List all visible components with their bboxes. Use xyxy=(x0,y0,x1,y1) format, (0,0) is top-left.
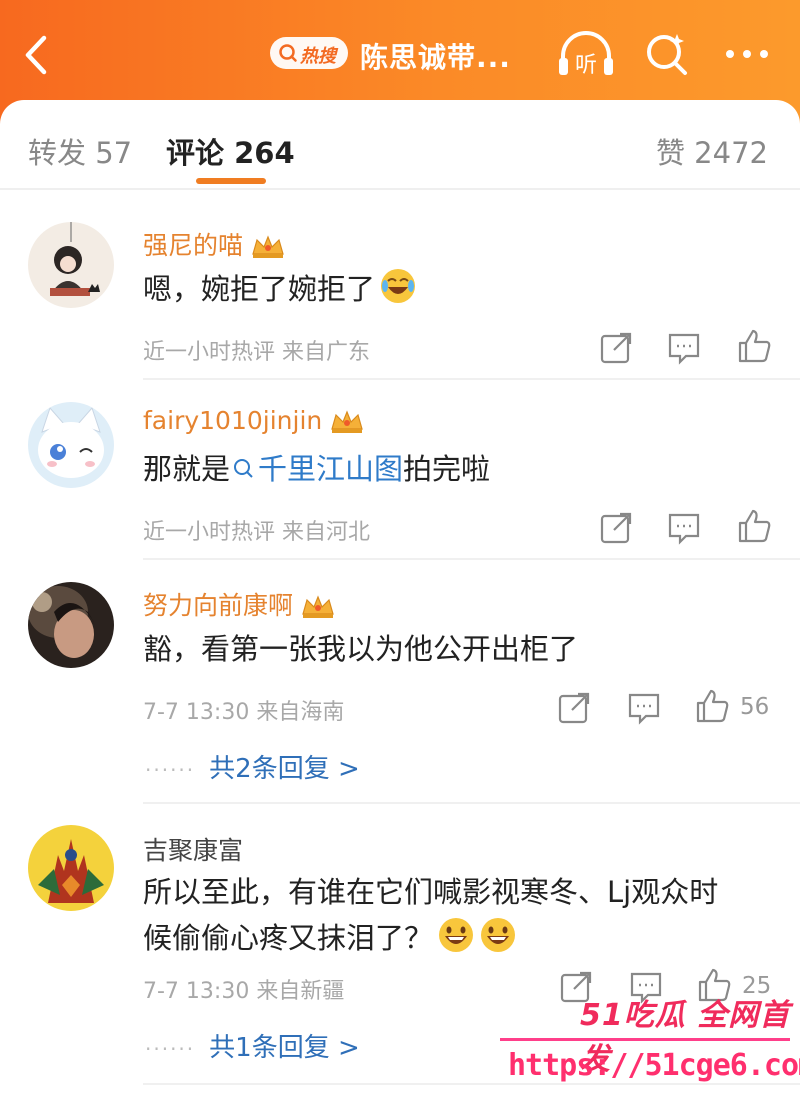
laugh-cry-emoji-icon xyxy=(381,269,416,303)
like-thumb-icon[interactable] xyxy=(736,508,772,544)
share-icon[interactable] xyxy=(598,330,634,366)
view-replies-link[interactable]: ······ 共1条回复 > xyxy=(145,1027,360,1064)
hot-search-icon xyxy=(279,44,297,62)
vip-crown-icon xyxy=(302,595,334,618)
comment-icon[interactable] xyxy=(626,690,662,726)
comment-text-line1: 所以至此，有谁在它们喊影视寒冬、Lj观众时 xyxy=(143,875,719,909)
comment-text-before: 那就是 xyxy=(143,452,231,486)
avatar[interactable] xyxy=(28,222,114,308)
hot-search-label: 热搜 xyxy=(300,46,336,67)
comment-text-content: 嗯，婉拒了婉拒了 xyxy=(143,272,376,306)
tab-likes[interactable]: 赞 2472 xyxy=(656,130,768,172)
comment-icon[interactable] xyxy=(666,330,702,366)
avatar[interactable] xyxy=(28,825,114,911)
comment-meta: 7-7 13:30 来自新疆 xyxy=(143,979,345,1004)
comment-text: 那就是 千里江山图拍完啦 xyxy=(143,446,783,492)
comment-username[interactable]: 吉聚康富 xyxy=(143,831,243,867)
avatar[interactable] xyxy=(28,402,114,488)
comment-meta: 近一小时热评 来自河北 xyxy=(143,520,370,545)
comment-divider xyxy=(143,1083,800,1085)
comment-divider xyxy=(143,378,800,380)
page-title: 陈思诚带... xyxy=(360,41,511,74)
username-text: fairy1010jinjin xyxy=(143,406,323,435)
topic-link[interactable]: 千里江山图 xyxy=(230,452,403,486)
watermark-url: https://51cge6.com xyxy=(508,1048,800,1083)
comment-username[interactable]: 强尼的喵 xyxy=(143,226,287,262)
comment-username[interactable]: 努力向前康啊 xyxy=(143,586,337,622)
comment-username[interactable]: fairy1010jinjin xyxy=(143,406,366,435)
back-arrow-icon[interactable] xyxy=(18,30,58,80)
reply-dots: ······ xyxy=(145,1037,196,1061)
like-count: 56 xyxy=(740,694,770,720)
topic-label: 千里江山图 xyxy=(258,452,404,486)
comment-divider xyxy=(143,558,800,560)
comment-text: 所以至此，有谁在它们喊影视寒冬、Lj观众时 候偷偷心疼又抹泪了？ xyxy=(143,869,783,961)
listen-label: 听 xyxy=(575,53,597,78)
grin-emoji-icon xyxy=(439,918,474,952)
comment-divider xyxy=(143,802,800,804)
share-icon[interactable] xyxy=(556,690,592,726)
watermark-line xyxy=(500,1038,790,1041)
reply-dots: ······ xyxy=(145,758,196,782)
grin-emoji-icon xyxy=(481,918,516,952)
hot-search-badge[interactable]: 热搜 xyxy=(270,37,348,69)
more-options-icon[interactable] xyxy=(722,40,772,68)
like-thumb-icon[interactable] xyxy=(694,688,730,724)
topic-search-icon xyxy=(234,459,253,478)
comment-text-line2: 候偷偷心疼又抹泪了？ xyxy=(143,921,434,955)
view-replies-link[interactable]: ······ 共2条回复 > xyxy=(145,748,360,785)
vip-crown-icon xyxy=(252,235,284,258)
comment-text: 嗯，婉拒了婉拒了 xyxy=(143,266,783,312)
username-text: 努力向前康啊 xyxy=(143,591,294,620)
avatar[interactable] xyxy=(28,582,114,668)
tab-divider xyxy=(0,188,800,190)
comment-text-line2-row: 候偷偷心疼又抹泪了？ xyxy=(143,915,783,961)
like-thumb-icon[interactable] xyxy=(736,328,772,364)
tab-comments[interactable]: 评论 264 xyxy=(166,130,295,172)
search-icon[interactable] xyxy=(643,30,691,78)
headphones-listen-icon[interactable]: 听 xyxy=(555,28,617,80)
comment-meta: 7-7 13:30 来自海南 xyxy=(143,700,345,725)
tab-repost[interactable]: 转发 57 xyxy=(28,130,132,172)
share-icon[interactable] xyxy=(598,510,634,546)
username-text: 强尼的喵 xyxy=(143,231,244,260)
comment-icon[interactable] xyxy=(666,510,702,546)
comment-meta: 近一小时热评 来自广东 xyxy=(143,340,370,365)
replies-label: 共2条回复 > xyxy=(209,754,360,784)
vip-crown-icon xyxy=(331,410,364,433)
replies-label: 共1条回复 > xyxy=(209,1033,360,1063)
comment-text: 豁，看第一张我以为他公开出柜了 xyxy=(143,632,579,666)
comment-text-after: 拍完啦 xyxy=(403,452,491,486)
active-tab-indicator xyxy=(196,178,266,184)
